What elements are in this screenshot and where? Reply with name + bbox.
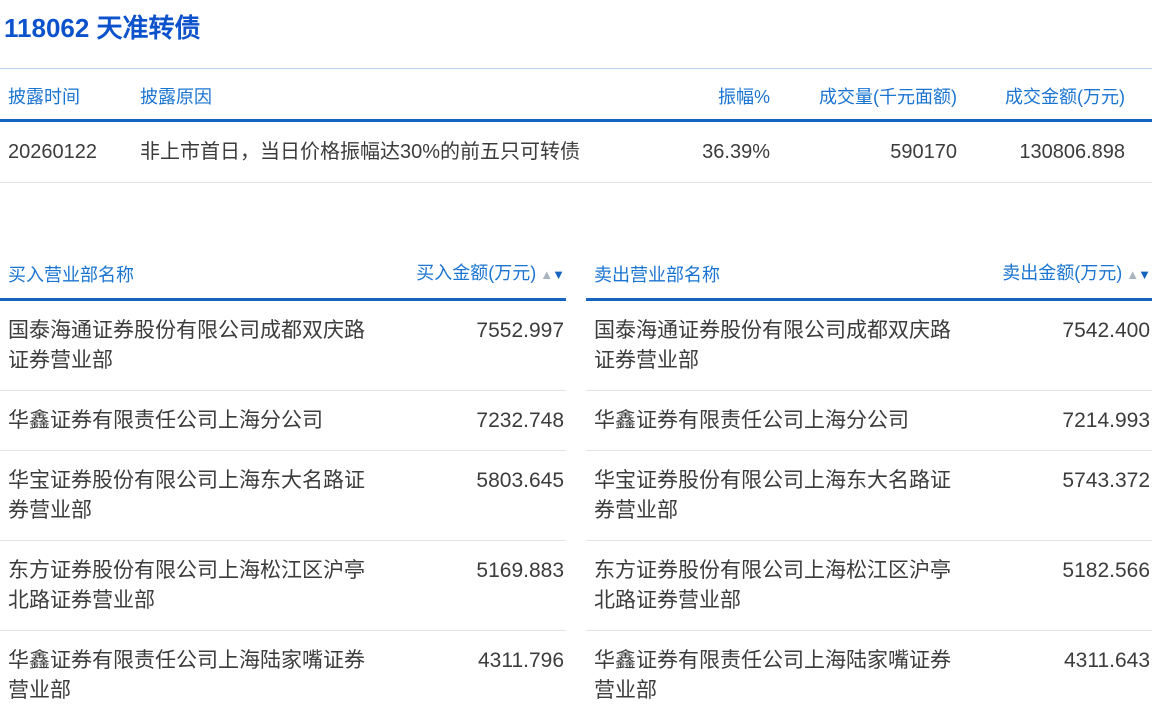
sell-amount-sort-header[interactable]: 卖出金额(万元) ▲▼ bbox=[1002, 260, 1150, 288]
branch-amount: 4311.796 bbox=[478, 646, 564, 676]
branch-amount: 7214.993 bbox=[1062, 406, 1150, 436]
sort-descending-icon[interactable]: ▼ bbox=[1138, 267, 1150, 282]
table-row: 东方证券股份有限公司上海松江区沪亭北路证券营业部 5169.883 bbox=[0, 541, 566, 631]
buy-branch-name-header: 买入营业部名称 bbox=[8, 262, 134, 288]
volume-value: 590170 bbox=[770, 122, 957, 182]
branch-name: 东方证券股份有限公司上海松江区沪亭北路证券营业部 bbox=[8, 556, 380, 616]
table-row: 东方证券股份有限公司上海松江区沪亭北路证券营业部 5182.566 bbox=[586, 541, 1152, 631]
branch-amount: 7232.748 bbox=[476, 406, 564, 436]
sort-ascending-icon[interactable]: ▲ bbox=[1126, 267, 1138, 282]
sell-table-rows: 国泰海通证券股份有限公司成都双庆路证券营业部 7542.400 华鑫证券有限责任公司… bbox=[586, 301, 1152, 708]
branch-name: 华宝证券股份有限公司上海东大名路证券营业部 bbox=[594, 466, 966, 526]
buy-amount-header-label: 买入金额(万元) bbox=[416, 263, 536, 283]
sort-ascending-icon[interactable]: ▲ bbox=[540, 267, 552, 282]
branch-amount: 5182.566 bbox=[1062, 556, 1150, 586]
branch-amount: 5169.883 bbox=[476, 556, 564, 586]
buy-table: 买入营业部名称 买入金额(万元) ▲▼ 国泰海通证券股份有限公司成都双庆路证券营业… bbox=[0, 260, 566, 708]
branch-name: 国泰海通证券股份有限公司成都双庆路证券营业部 bbox=[8, 316, 380, 376]
column-header-disclosure-reason: 披露原因 bbox=[140, 69, 620, 119]
broker-tables: 买入营业部名称 买入金额(万元)▲▼ 国泰海通证券股份有限公司成都双庆路证券营业… bbox=[0, 260, 1152, 708]
branch-name: 国泰海通证券股份有限公司成都双庆路证券营业部 bbox=[594, 316, 966, 376]
disclosure-table: 披露时间 披露原因 振幅% 成交量(千元面额) 成交金额(万元) 2026012… bbox=[0, 68, 1152, 183]
table-row: 华鑫证券有限责任公司上海分公司 7214.993 bbox=[586, 391, 1152, 451]
branch-amount: 5803.645 bbox=[476, 466, 564, 496]
table-row: 国泰海通证券股份有限公司成都双庆路证券营业部 7542.400 bbox=[586, 301, 1152, 391]
branch-amount: 7542.400 bbox=[1062, 316, 1150, 346]
table-row: 华鑫证券有限责任公司上海陆家嘴证券营业部 4311.643 bbox=[586, 631, 1152, 708]
table-row: 华鑫证券有限责任公司上海陆家嘴证券营业部 4311.796 bbox=[0, 631, 566, 708]
column-header-volume: 成交量(千元面额) bbox=[770, 69, 957, 119]
page-title: 118062 天准转债 bbox=[4, 10, 1152, 46]
column-header-amplitude: 振幅% bbox=[620, 69, 770, 119]
branch-amount: 5743.372 bbox=[1062, 466, 1150, 496]
branch-name: 华鑫证券有限责任公司上海陆家嘴证券营业部 bbox=[594, 646, 966, 706]
disclosure-date-value: 20260122 bbox=[8, 122, 140, 182]
branch-name: 华鑫证券有限责任公司上海分公司 bbox=[8, 406, 380, 436]
disclosure-table-header: 披露时间 披露原因 振幅% 成交量(千元面额) 成交金额(万元) bbox=[0, 69, 1152, 122]
branch-name: 华鑫证券有限责任公司上海分公司 bbox=[594, 406, 966, 436]
branch-name: 东方证券股份有限公司上海松江区沪亭北路证券营业部 bbox=[594, 556, 966, 616]
sell-table-header: 卖出营业部名称 卖出金额(万元) ▲▼ bbox=[586, 260, 1152, 301]
page: 118062 天准转债 披露时间 披露原因 振幅% 成交量(千元面额) 成交金额… bbox=[0, 10, 1152, 708]
sort-descending-icon[interactable]: ▼ bbox=[552, 267, 564, 282]
sell-table: 卖出营业部名称 卖出金额(万元) ▲▼ 国泰海通证券股份有限公司成都双庆路证券营业… bbox=[586, 260, 1152, 708]
branch-name: 华鑫证券有限责任公司上海陆家嘴证券营业部 bbox=[8, 646, 380, 706]
branch-amount: 4311.643 bbox=[1064, 646, 1150, 676]
buy-table-header: 买入营业部名称 买入金额(万元) ▲▼ bbox=[0, 260, 566, 301]
buy-amount-sort-header[interactable]: 买入金额(万元) ▲▼ bbox=[416, 260, 564, 288]
amplitude-value: 36.39% bbox=[620, 122, 770, 182]
table-row: 华鑫证券有限责任公司上海分公司 7232.748 bbox=[0, 391, 566, 451]
sell-branch-name-header: 卖出营业部名称 bbox=[594, 262, 720, 288]
column-header-disclosure-date: 披露时间 bbox=[8, 69, 140, 119]
branch-amount: 7552.997 bbox=[476, 316, 564, 346]
table-row: 华宝证券股份有限公司上海东大名路证券营业部 5803.645 bbox=[0, 451, 566, 541]
branch-name: 华宝证券股份有限公司上海东大名路证券营业部 bbox=[8, 466, 380, 526]
table-row: 国泰海通证券股份有限公司成都双庆路证券营业部 7552.997 bbox=[0, 301, 566, 391]
turnover-value: 130806.898 bbox=[957, 122, 1125, 182]
disclosure-reason-value: 非上市首日，当日价格振幅达30%的前五只可转债 bbox=[140, 122, 620, 182]
buy-table-rows: 国泰海通证券股份有限公司成都双庆路证券营业部 7552.997 华鑫证券有限责任公司… bbox=[0, 301, 566, 708]
table-row: 华宝证券股份有限公司上海东大名路证券营业部 5743.372 bbox=[586, 451, 1152, 541]
sell-amount-header-label: 卖出金额(万元) bbox=[1002, 263, 1122, 283]
column-header-turnover: 成交金额(万元) bbox=[957, 69, 1125, 119]
disclosure-table-row: 20260122 非上市首日，当日价格振幅达30%的前五只可转债 36.39% … bbox=[0, 122, 1152, 183]
